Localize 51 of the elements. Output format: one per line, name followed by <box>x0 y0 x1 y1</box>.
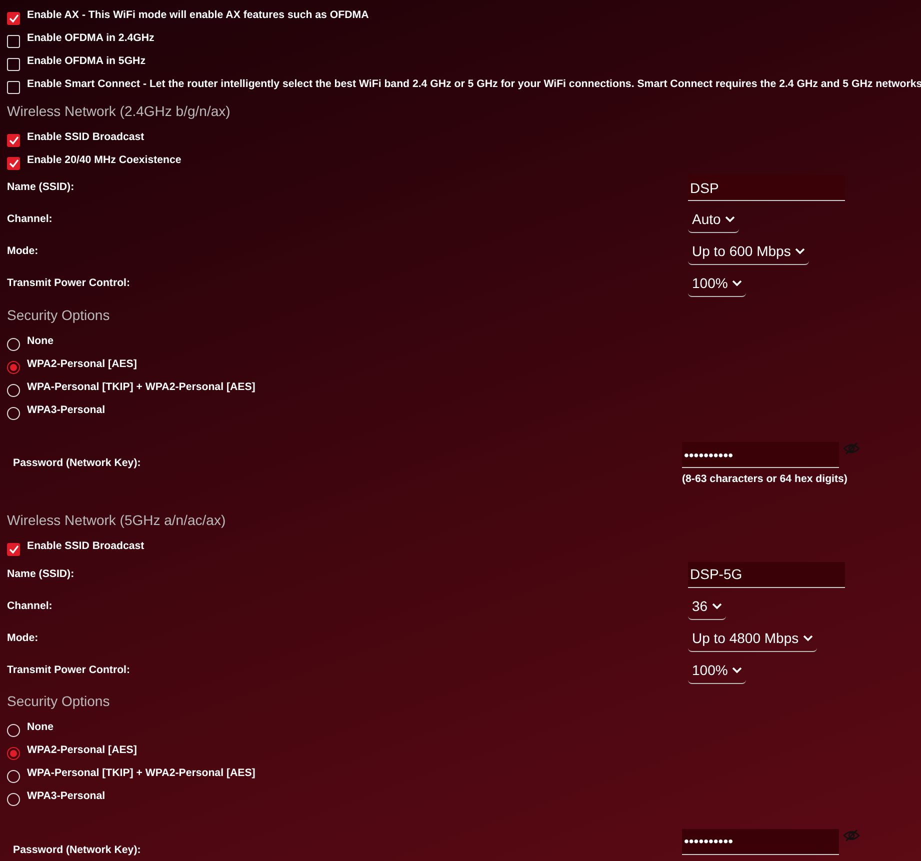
field-label: Mode: <box>7 244 40 260</box>
checkbox[interactable] <box>7 12 20 24</box>
section-title: Wireless Network (2.4GHz b/g/n/ax) <box>7 102 232 121</box>
caret-icon <box>732 666 742 674</box>
checkbox-label: Enable SSID Broadcast <box>27 539 144 554</box>
field-label: Channel: <box>7 212 54 228</box>
caret-icon <box>794 248 805 255</box>
radio-label: WPA3-Personal <box>27 402 106 418</box>
checkbox-label: Enable OFDMA in 2.4GHz <box>27 30 154 46</box>
field-label: Transmit Power Control: <box>7 276 132 292</box>
checkbox-label: Enable SSID Broadcast <box>27 130 144 145</box>
field-label: Password (Network Key): <box>12 842 142 858</box>
checkbox[interactable] <box>7 134 20 146</box>
field-label: Name (SSID): <box>7 566 76 582</box>
dropdown[interactable]: 100% <box>688 658 746 684</box>
field-label: Mode: <box>7 630 40 646</box>
radio-label: WPA-Personal [TKIP] + WPA2-Personal [AES] <box>27 380 256 395</box>
text-field[interactable]: DSP-5G <box>688 562 845 588</box>
caret-icon <box>724 216 735 223</box>
checkbox[interactable] <box>7 543 20 556</box>
radio-button[interactable] <box>7 360 20 374</box>
radio-label: WPA2-Personal [AES] <box>27 356 137 372</box>
dropdown[interactable]: 100% <box>688 271 746 297</box>
checkbox-label: Enable AX - This WiFi mode will enable AX features such as OFDMA <box>27 8 369 23</box>
caret-icon <box>712 602 722 610</box>
radio-label: WPA-Personal [TKIP] + WPA2-Personal [AES] <box>27 766 256 782</box>
checkbox[interactable] <box>7 156 20 170</box>
checkbox-label: Enable OFDMA in 5GHz <box>27 54 146 69</box>
checkbox-label: Enable 20/40 MHz Coexistence <box>27 152 182 168</box>
radio-label: WPA3-Personal <box>27 789 106 804</box>
password-field[interactable]: •••••••••• <box>682 828 839 855</box>
radio-button[interactable] <box>7 747 20 760</box>
section-title: Security Options <box>7 306 111 325</box>
caret-icon <box>802 634 813 642</box>
dropdown[interactable]: Auto <box>688 207 739 233</box>
field-label: Transmit Power Control: <box>7 662 132 678</box>
section-title: Wireless Network (5GHz a/n/ac/ax) <box>7 511 227 530</box>
dropdown[interactable]: Up to 4800 Mbps <box>688 626 817 652</box>
field-label: Channel: <box>7 598 54 614</box>
dropdown[interactable]: 36 <box>688 594 726 620</box>
hint-text: (8-63 characters or 64 hex digits) <box>682 472 848 487</box>
caret-icon <box>732 280 742 287</box>
radio-label: None <box>27 334 54 349</box>
field-label: Name (SSID): <box>7 180 76 196</box>
dropdown[interactable]: Up to 600 Mbps <box>688 239 809 265</box>
password-field[interactable]: •••••••••• <box>682 442 839 468</box>
field-label: Password (Network Key): <box>12 456 142 471</box>
section-title: Security Options <box>7 692 111 712</box>
radio-label: None <box>27 720 54 736</box>
text-field[interactable]: DSP <box>688 175 845 201</box>
radio-label: WPA2-Personal [AES] <box>27 743 137 758</box>
